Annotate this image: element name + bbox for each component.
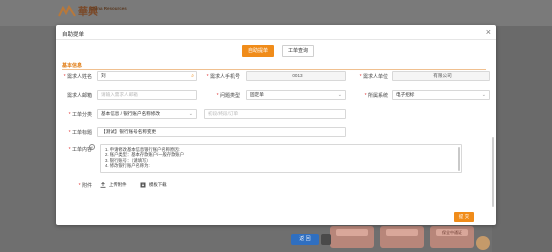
ticket-category-label: * 工单分类 [68,112,92,118]
dialog-title: 自助提单 [62,32,85,38]
requester-phone-label: * 需求人手机号 [206,74,240,80]
upload-attachment-button[interactable]: 上传附件 [100,180,127,190]
issue-type-label: * 问题类型 [216,93,240,99]
requester-unit-field[interactable]: 有限公司 [392,71,490,81]
requester-email-field[interactable]: 请输入需求人邮箱 [97,90,197,100]
ticket-content-textarea[interactable]: 1. 申请修改基本信息银行账户名称原因: 2. 账户类型：基本存款账户/一般存款… [100,144,462,173]
template-download-button[interactable]: 模板下载 [140,180,167,190]
divider [56,39,496,40]
help-icon[interactable]: ? [89,144,95,150]
requester-name-label: * 需求人姓名 [63,74,92,80]
ticket-category-select[interactable]: 基本信息 / 银行账户名称修改 ⌄ [97,109,197,119]
ticket-title-label: * 工单标题 [68,130,92,136]
background-card [380,226,424,248]
requester-phone-field[interactable]: 0013 [246,71,346,81]
search-icon[interactable]: ⌕ [191,72,194,80]
close-icon[interactable]: × [486,28,491,37]
brand-name-en: China Resources [90,6,127,11]
divider [62,69,486,70]
chevron-down-icon: ⌄ [337,92,342,98]
background-panel [492,26,552,252]
dialog-scrollbar[interactable] [492,137,494,207]
ticket-content-label: * 工单内容 [68,147,92,153]
upload-icon [100,182,106,188]
ticket-title-field[interactable]: 【测试】银行账号名称变更 [97,127,346,137]
background-card [330,226,374,248]
category-path-field[interactable]: 初段/终段/订单 [204,109,346,119]
app-header: 華興 China Resources [0,0,552,26]
background-card: 保全中通证 [430,226,474,248]
requester-email-label: 需求人邮箱 [66,93,92,99]
chevron-down-icon: ⌄ [188,111,193,117]
section-title: 基本信息 [62,63,83,69]
background-back-button[interactable]: 返 回 [291,234,319,245]
self-service-ticket-dialog: 自助提单 × 自助提单 工单查询 基本信息 * 需求人姓名 刘 ⌕ * 需求人手… [56,25,496,225]
scrollbar[interactable] [458,147,460,171]
brand-logo-icon [58,5,76,17]
requester-name-field[interactable]: 刘 ⌕ [97,71,197,81]
system-select[interactable]: 电子招标 ⌄ [392,90,490,100]
system-label: * 所属系统 [364,93,388,99]
background-icon-button[interactable] [321,234,331,245]
background-avatar [476,236,490,250]
submit-button[interactable]: 提 交 [454,212,474,222]
issue-type-select[interactable]: 固定单 ⌄ [246,90,346,100]
chevron-down-icon: ⌄ [481,92,486,98]
attachment-label: * 附件 [78,183,92,189]
tab-self-service[interactable]: 自助提单 [242,45,274,57]
requester-unit-label: * 需求人单位 [359,74,388,80]
download-icon [140,182,146,188]
tab-ticket-query[interactable]: 工单查询 [282,45,314,57]
